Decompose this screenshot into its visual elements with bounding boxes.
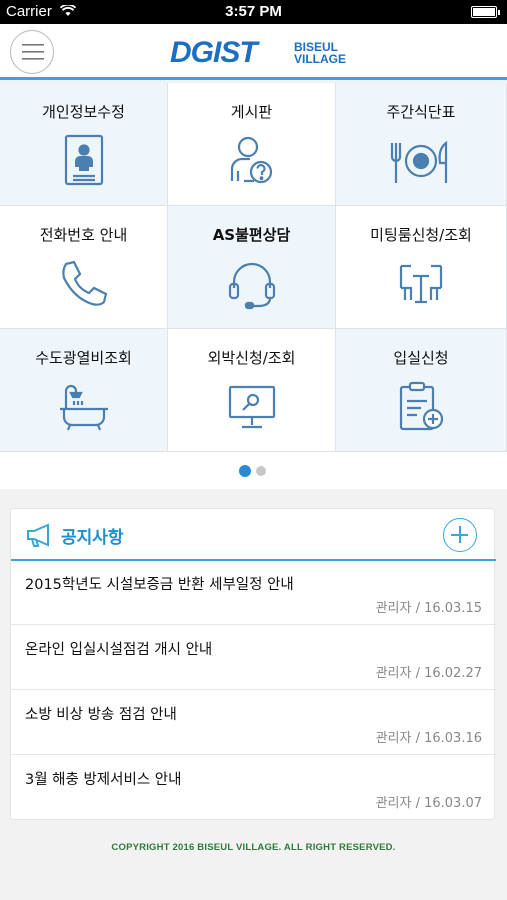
menu-item-label: 입실신청 [393,349,449,367]
menu-item-move-in-request[interactable]: 입실신청 [336,329,507,452]
battery-level [473,8,495,16]
hamburger-menu-button[interactable] [10,30,54,74]
menu-item-overnight-request[interactable]: 외박신청/조회 [168,329,336,452]
notice-item-title: 소방 비상 방송 점검 안내 [25,707,177,723]
page-dot-2[interactable] [256,466,266,476]
menu-item-label: 외박신청/조회 [207,349,296,367]
megaphone-icon [27,523,49,547]
logo-subtitle: BISEUL VILLAGE [294,41,354,65]
notice-item[interactable]: 소방 비상 방송 점검 안내 관리자 / 16.03.16 [11,691,496,755]
phone-icon [61,260,107,306]
menu-item-as-support[interactable]: AS불편상담 [168,206,336,329]
notice-item-title: 2015학년도 시설보증금 반환 세부일정 안내 [25,577,294,593]
menu-item-label: AS불편상담 [212,226,291,244]
menu-item-profile-edit[interactable]: 개인정보수정 [0,83,168,206]
app-header: DGIST BISEUL VILLAGE [0,24,507,80]
menu-item-label: 주간식단표 [386,103,456,121]
menu-item-board[interactable]: 게시판 [168,83,336,206]
meal-icon [390,140,448,183]
notice-item[interactable]: 온라인 입실시설점검 개시 안내 관리자 / 16.02.27 [11,626,496,690]
notice-header: 공지사항 [11,509,496,561]
menu-grid: 개인정보수정 게시판 주간식단표 전화번호 안내 AS불편상담 미팅룸신청/조회… [0,83,507,453]
menu-item-label: 미팅룸신청/조회 [370,226,472,244]
menu-item-label: 전화번호 안내 [39,226,128,244]
menu-item-weekly-menu[interactable]: 주간식단표 [336,83,507,206]
status-bar: Carrier 3:57 PM [0,0,507,24]
copyright-text: COPYRIGHT 2016 BISEUL VILLAGE. ALL RIGHT… [111,842,396,853]
headset-icon [228,262,275,310]
notice-item[interactable]: 3월 해충 방제서비스 안내 관리자 / 16.03.07 [11,756,496,820]
profile-card-icon [64,134,103,186]
logo-subtitle-line-2: VILLAGE [294,52,347,66]
clipboard-add-icon [399,381,444,431]
page-dot-1[interactable] [239,465,251,477]
logo-mark: DGIST [170,36,258,69]
notice-item-meta: 관리자 / 16.02.27 [375,666,482,681]
hamburger-icon [22,44,44,60]
notice-item-meta: 관리자 / 16.03.15 [375,601,482,616]
notice-item-title: 3월 해충 방제서비스 안내 [25,772,182,788]
notice-more-button[interactable] [443,518,477,552]
menu-item-label: 수도광열비조회 [35,349,132,367]
page-indicator [0,453,507,489]
menu-item-label: 게시판 [230,103,273,121]
menu-item-phone-directory[interactable]: 전화번호 안내 [0,206,168,329]
notice-panel: 공지사항 2015학년도 시설보증금 반환 세부일정 안내 관리자 / 16.0… [10,508,496,820]
monitor-search-icon [228,385,275,429]
battery-icon [471,6,500,18]
notice-item-title: 온라인 입실시설점검 개시 안내 [25,642,213,658]
notice-item-meta: 관리자 / 16.03.16 [375,731,482,746]
menu-item-label: 개인정보수정 [42,103,125,121]
board-help-icon [230,136,272,184]
notice-item-meta: 관리자 / 16.03.07 [375,796,482,811]
menu-item-utility-bill[interactable]: 수도광열비조회 [0,329,168,452]
meeting-table-icon [399,264,443,304]
notice-item[interactable]: 2015학년도 시설보증금 반환 세부일정 안내 관리자 / 16.03.15 [11,561,496,625]
notice-title: 공지사항 [61,528,124,548]
menu-item-meeting-room[interactable]: 미팅룸신청/조회 [336,206,507,329]
clock: 3:57 PM [225,3,282,20]
bathtub-icon [59,384,108,431]
